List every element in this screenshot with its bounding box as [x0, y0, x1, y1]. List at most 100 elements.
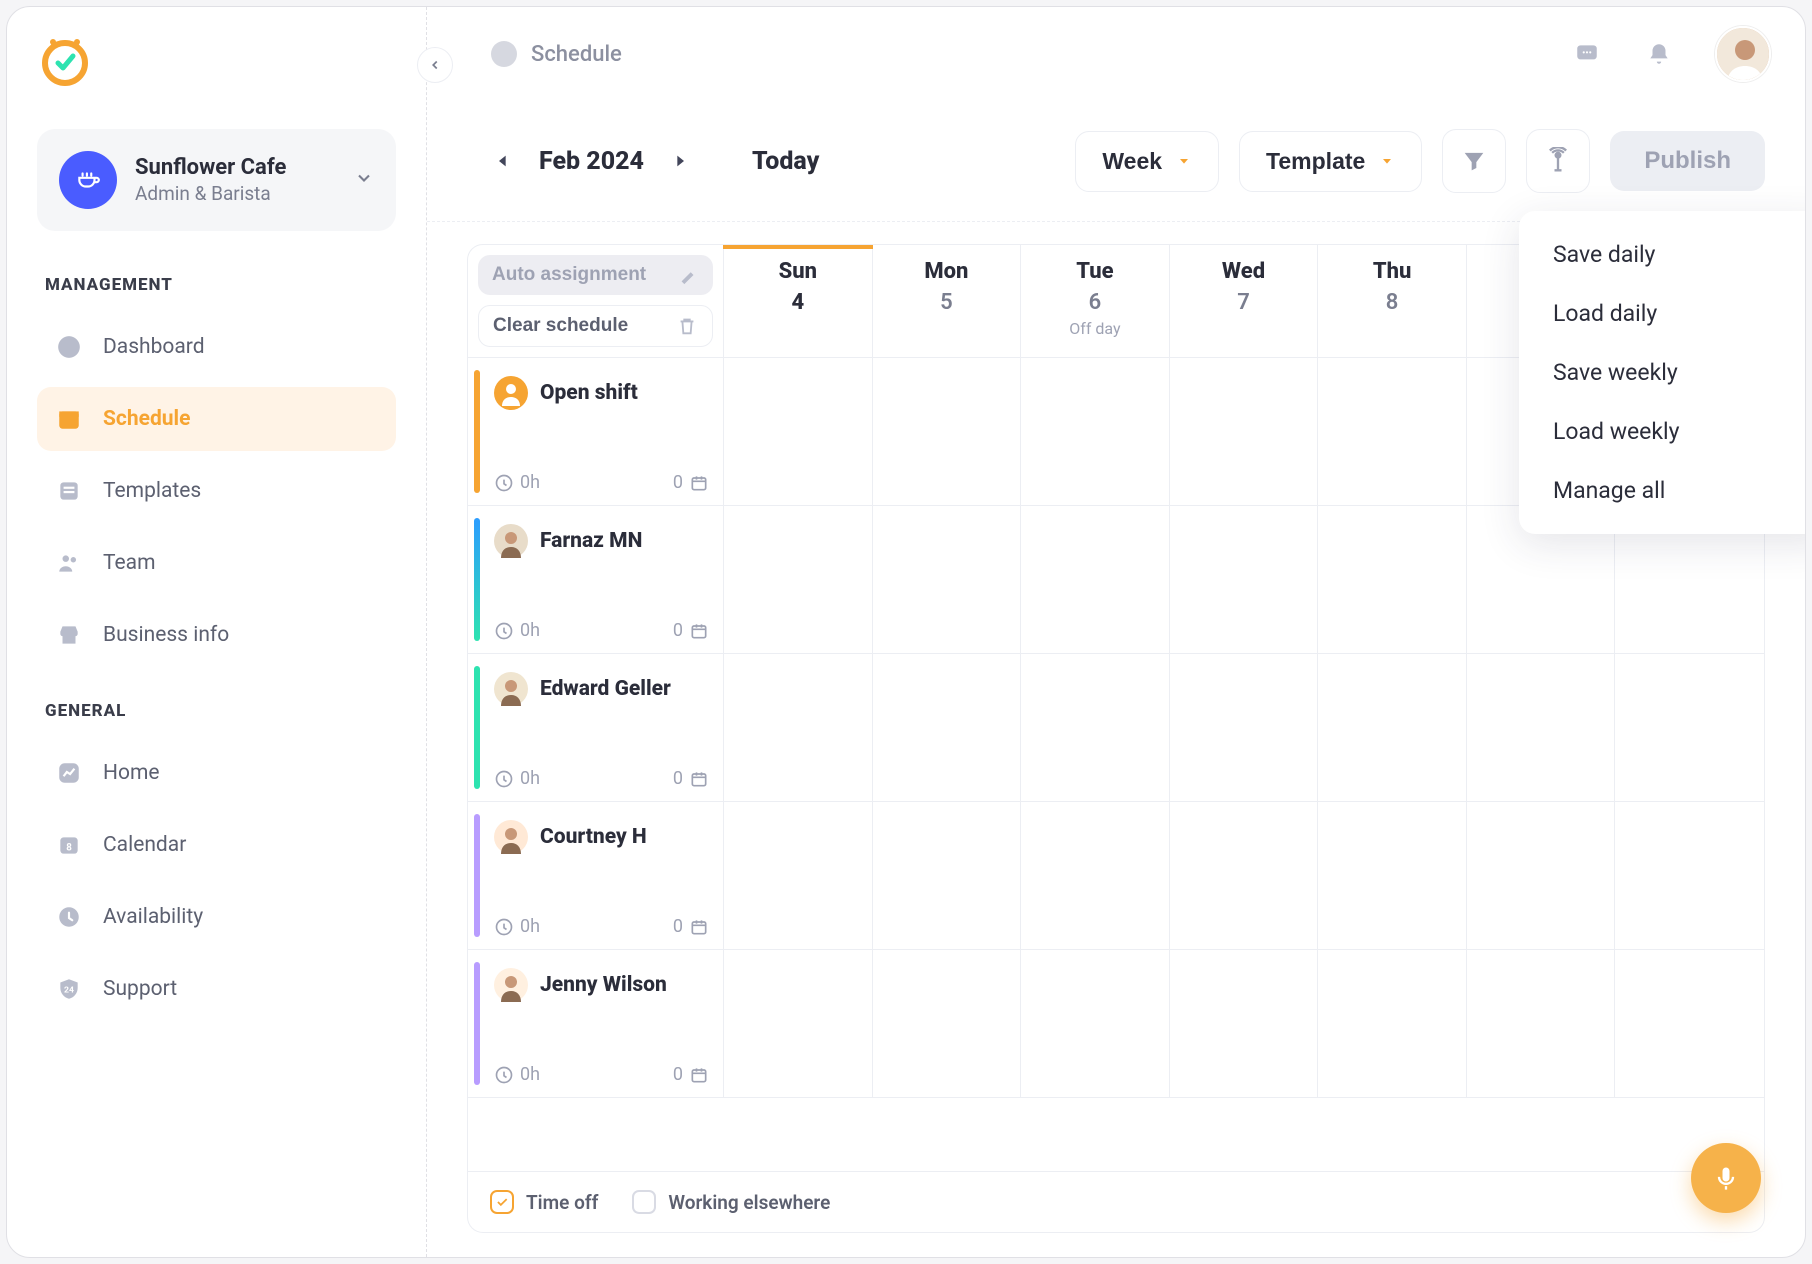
schedule-cell[interactable] — [1318, 358, 1467, 505]
schedule-cell[interactable] — [724, 950, 873, 1097]
row-avatar — [494, 968, 528, 1002]
bell-icon[interactable] — [1643, 38, 1675, 70]
template-dropdown-menu: Save daily Load daily Save weekly Load w… — [1519, 211, 1806, 534]
schedule-cell[interactable] — [873, 950, 1022, 1097]
schedule-cell[interactable] — [724, 802, 873, 949]
broadcast-button[interactable] — [1526, 129, 1590, 193]
day-header[interactable]: Mon 5 — [873, 245, 1022, 357]
schedule-cell[interactable] — [1318, 950, 1467, 1097]
nav-calendar[interactable]: 8 Calendar — [37, 813, 396, 877]
schedule-cell[interactable] — [1170, 802, 1319, 949]
calendar-day-icon: 8 — [55, 831, 83, 859]
legend-working-elsewhere: Working elsewhere — [632, 1190, 830, 1214]
schedule-cell[interactable] — [1021, 358, 1170, 505]
schedule-cell[interactable] — [873, 802, 1022, 949]
schedule-cell[interactable] — [873, 654, 1022, 801]
nav-label: Home — [103, 761, 160, 785]
template-dropdown-button[interactable]: Template — [1239, 131, 1422, 192]
schedule-cell[interactable] — [724, 506, 873, 653]
menu-load-weekly[interactable]: Load weekly — [1519, 402, 1806, 461]
clear-schedule-label: Clear schedule — [493, 315, 628, 337]
schedule-cell[interactable] — [1615, 802, 1764, 949]
menu-load-daily[interactable]: Load daily — [1519, 284, 1806, 343]
nav-schedule[interactable]: Schedule — [37, 387, 396, 451]
publish-button[interactable]: Publish — [1610, 131, 1765, 191]
schedule-cell[interactable] — [724, 358, 873, 505]
day-name: Tue — [1025, 259, 1165, 284]
nav-business-info[interactable]: Business info — [37, 603, 396, 667]
sidebar: Sunflower Cafe Admin & Barista MANAGEMEN… — [7, 7, 427, 1257]
row-avatar — [494, 672, 528, 706]
schedule-cell[interactable] — [1170, 654, 1319, 801]
row-color-bar — [474, 666, 480, 789]
workspace-switcher[interactable]: Sunflower Cafe Admin & Barista — [37, 129, 396, 231]
voice-fab[interactable] — [1691, 1143, 1761, 1213]
caret-down-icon — [1176, 148, 1192, 175]
schedule-row: Jenny Wilson 0h 0 — [468, 950, 1764, 1098]
day-header[interactable]: Tue 6 Off day — [1021, 245, 1170, 357]
schedule-cell[interactable] — [724, 654, 873, 801]
menu-save-weekly[interactable]: Save weekly — [1519, 343, 1806, 402]
menu-save-daily[interactable]: Save daily — [1519, 225, 1806, 284]
menu-manage-all[interactable]: Manage all — [1519, 461, 1806, 520]
page-title: Schedule — [531, 42, 622, 67]
nav-templates[interactable]: Templates — [37, 459, 396, 523]
nav-label: Templates — [103, 479, 201, 503]
filter-button[interactable] — [1442, 129, 1506, 193]
schedule-cell[interactable] — [1318, 654, 1467, 801]
schedule-cell[interactable] — [1318, 506, 1467, 653]
day-header[interactable]: Sun 4 — [724, 245, 873, 357]
schedule-cell[interactable] — [1021, 654, 1170, 801]
schedule-cell[interactable] — [1170, 506, 1319, 653]
checkbox-icon — [490, 1190, 514, 1214]
view-week-dropdown[interactable]: Week — [1075, 131, 1219, 192]
nav-label: Schedule — [103, 407, 190, 431]
nav-team[interactable]: Team — [37, 531, 396, 595]
nav-dashboard[interactable]: Dashboard — [37, 315, 396, 379]
schedule-cell[interactable] — [1170, 950, 1319, 1097]
schedule-cell[interactable] — [1467, 802, 1616, 949]
topbar: Schedule — [427, 7, 1805, 101]
day-header[interactable]: Wed 7 — [1170, 245, 1319, 357]
schedule-cell[interactable] — [873, 358, 1022, 505]
week-label: Week — [1102, 148, 1162, 175]
day-number: 5 — [877, 290, 1017, 315]
chat-icon[interactable] — [1571, 38, 1603, 70]
sidebar-collapse-button[interactable] — [417, 47, 453, 83]
nav-availability[interactable]: Availability — [37, 885, 396, 949]
trash-icon — [676, 315, 698, 337]
schedule-cell[interactable] — [1021, 506, 1170, 653]
wand-icon — [677, 264, 699, 286]
schedule-cell[interactable] — [1021, 950, 1170, 1097]
day-header[interactable]: Thu 8 — [1318, 245, 1467, 357]
prev-month-button[interactable] — [491, 146, 515, 176]
row-color-bar — [474, 370, 480, 493]
schedule-cell[interactable] — [1170, 358, 1319, 505]
nav-support[interactable]: 24 Support — [37, 957, 396, 1021]
app-logo — [37, 33, 93, 89]
schedule-cell[interactable] — [1021, 802, 1170, 949]
next-month-button[interactable] — [668, 146, 692, 176]
row-name: Edward Geller — [540, 677, 671, 701]
schedule-cell[interactable] — [1467, 654, 1616, 801]
clear-schedule-button[interactable]: Clear schedule — [478, 305, 713, 347]
schedule-cell[interactable] — [873, 506, 1022, 653]
user-avatar[interactable] — [1715, 26, 1771, 82]
row-avatar — [494, 820, 528, 854]
row-hours: 0h — [494, 472, 540, 493]
nav-label: Business info — [103, 623, 229, 647]
nav-home[interactable]: Home — [37, 741, 396, 805]
schedule-cell[interactable] — [1615, 654, 1764, 801]
schedule-cell[interactable] — [1318, 802, 1467, 949]
schedule-cell[interactable] — [1615, 950, 1764, 1097]
auto-assignment-button[interactable]: Auto assignment — [478, 255, 713, 295]
row-header: Jenny Wilson 0h 0 — [468, 950, 724, 1097]
search[interactable]: Schedule — [491, 41, 622, 67]
day-number: 8 — [1322, 290, 1462, 315]
row-hours: 0h — [494, 916, 540, 937]
checkbox-empty-icon — [632, 1190, 656, 1214]
row-shift-count: 0 — [673, 620, 709, 641]
schedule-cell[interactable] — [1467, 950, 1616, 1097]
row-name: Jenny Wilson — [540, 973, 667, 997]
today-button[interactable]: Today — [752, 147, 819, 176]
